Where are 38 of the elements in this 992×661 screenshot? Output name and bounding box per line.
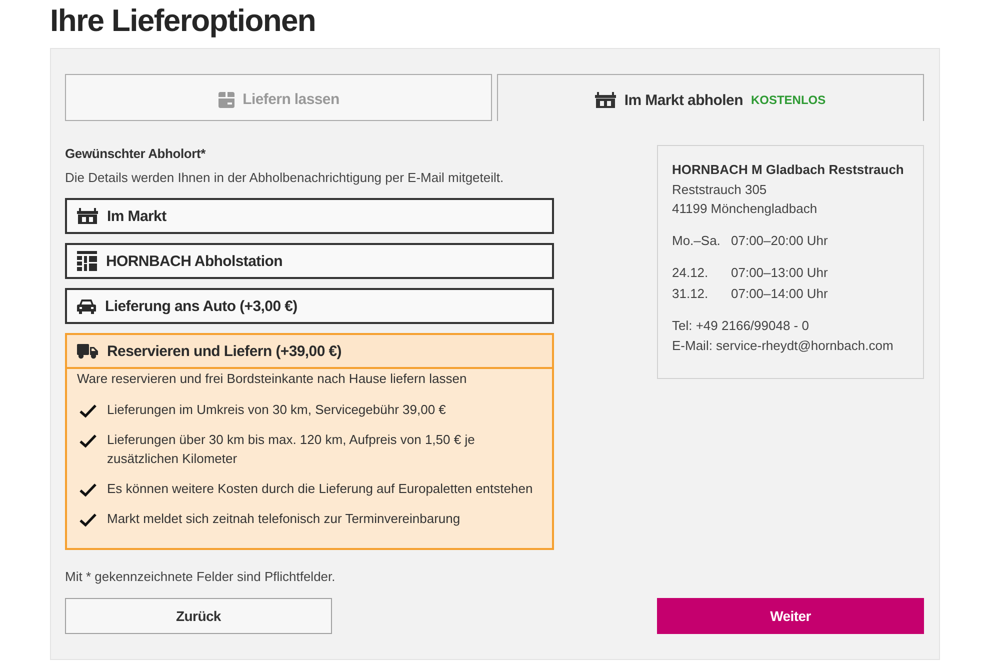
car-icon [77,298,96,314]
check-icon [79,434,97,448]
condition-text: Markt meldet sich zeitnah telefonisch zur Terminvereinbarung [107,510,462,528]
free-label: KOSTENLOS [750,93,826,107]
field-label: Gewünschter Abholort* [65,146,207,162]
pickup-option[interactable]: Im Markt [65,198,554,234]
option-description: Ware reservieren und frei Bordsteinkante nach Hause liefern lassen [77,370,468,388]
opening-days: 31.12. [672,284,731,304]
check-icon [79,513,97,527]
back-button[interactable]: Zurück [65,598,332,634]
store-contact-line: E-Mail: service-rheydt@hornbach.com [672,336,894,355]
box-icon [218,92,235,108]
field-hint: Die Details werden Ihnen in der Abholbenachrichtigung per E-Mail mitgeteilt. [65,170,505,186]
required-fields-note: Mit * gekennzeichnete Felder sind Pflichtfelder. [65,569,336,585]
store-name: HORNBACH M Gladbach Reststrauch [672,161,905,179]
store-address-line: 41199 Mönchengladbach [672,200,818,218]
store-icon [77,208,98,224]
tab[interactable]: Im Markt abholen KOSTENLOS [497,74,924,121]
store-icon [595,92,616,108]
store-contact-line: Tel: +49 2166/99048 - 0 [672,317,810,335]
condition-text: Es können weitere Kosten durch die Lieferung auf Europaletten entstehen [107,480,534,498]
condition-text: Lieferungen im Umkreis von 30 km, Servicegebühr 39,00 € [107,401,447,419]
store-address-line: Reststrauch 305 [672,180,768,198]
check-icon [79,483,97,497]
pickup-option[interactable]: HORNBACH Abholstation [65,243,554,279]
check-icon [79,404,97,418]
condition-text: Lieferungen über 30 km bis max. 120 km, Aufpreis von 1,50 € je zusätzlichen Kilometer [107,431,476,468]
pickup-option[interactable]: Lieferung ans Auto (+3,00 €) [65,288,554,324]
page-title: Ihre Lieferoptionen [50,2,317,40]
next-button[interactable]: Weiter [657,598,924,634]
opening-hours: 07:00–20:00 Uhr [731,232,828,250]
opening-days: 24.12. [672,263,731,284]
pickup-option[interactable]: Reservieren und Liefern (+39,00 €) [65,333,554,369]
truck-icon [77,344,98,358]
opening-days: Mo.–Sa. [672,230,731,251]
opening-hours: 07:00–14:00 Uhr [731,284,828,302]
opening-hours: 07:00–13:00 Uhr [731,264,828,282]
locker-icon [77,251,97,271]
